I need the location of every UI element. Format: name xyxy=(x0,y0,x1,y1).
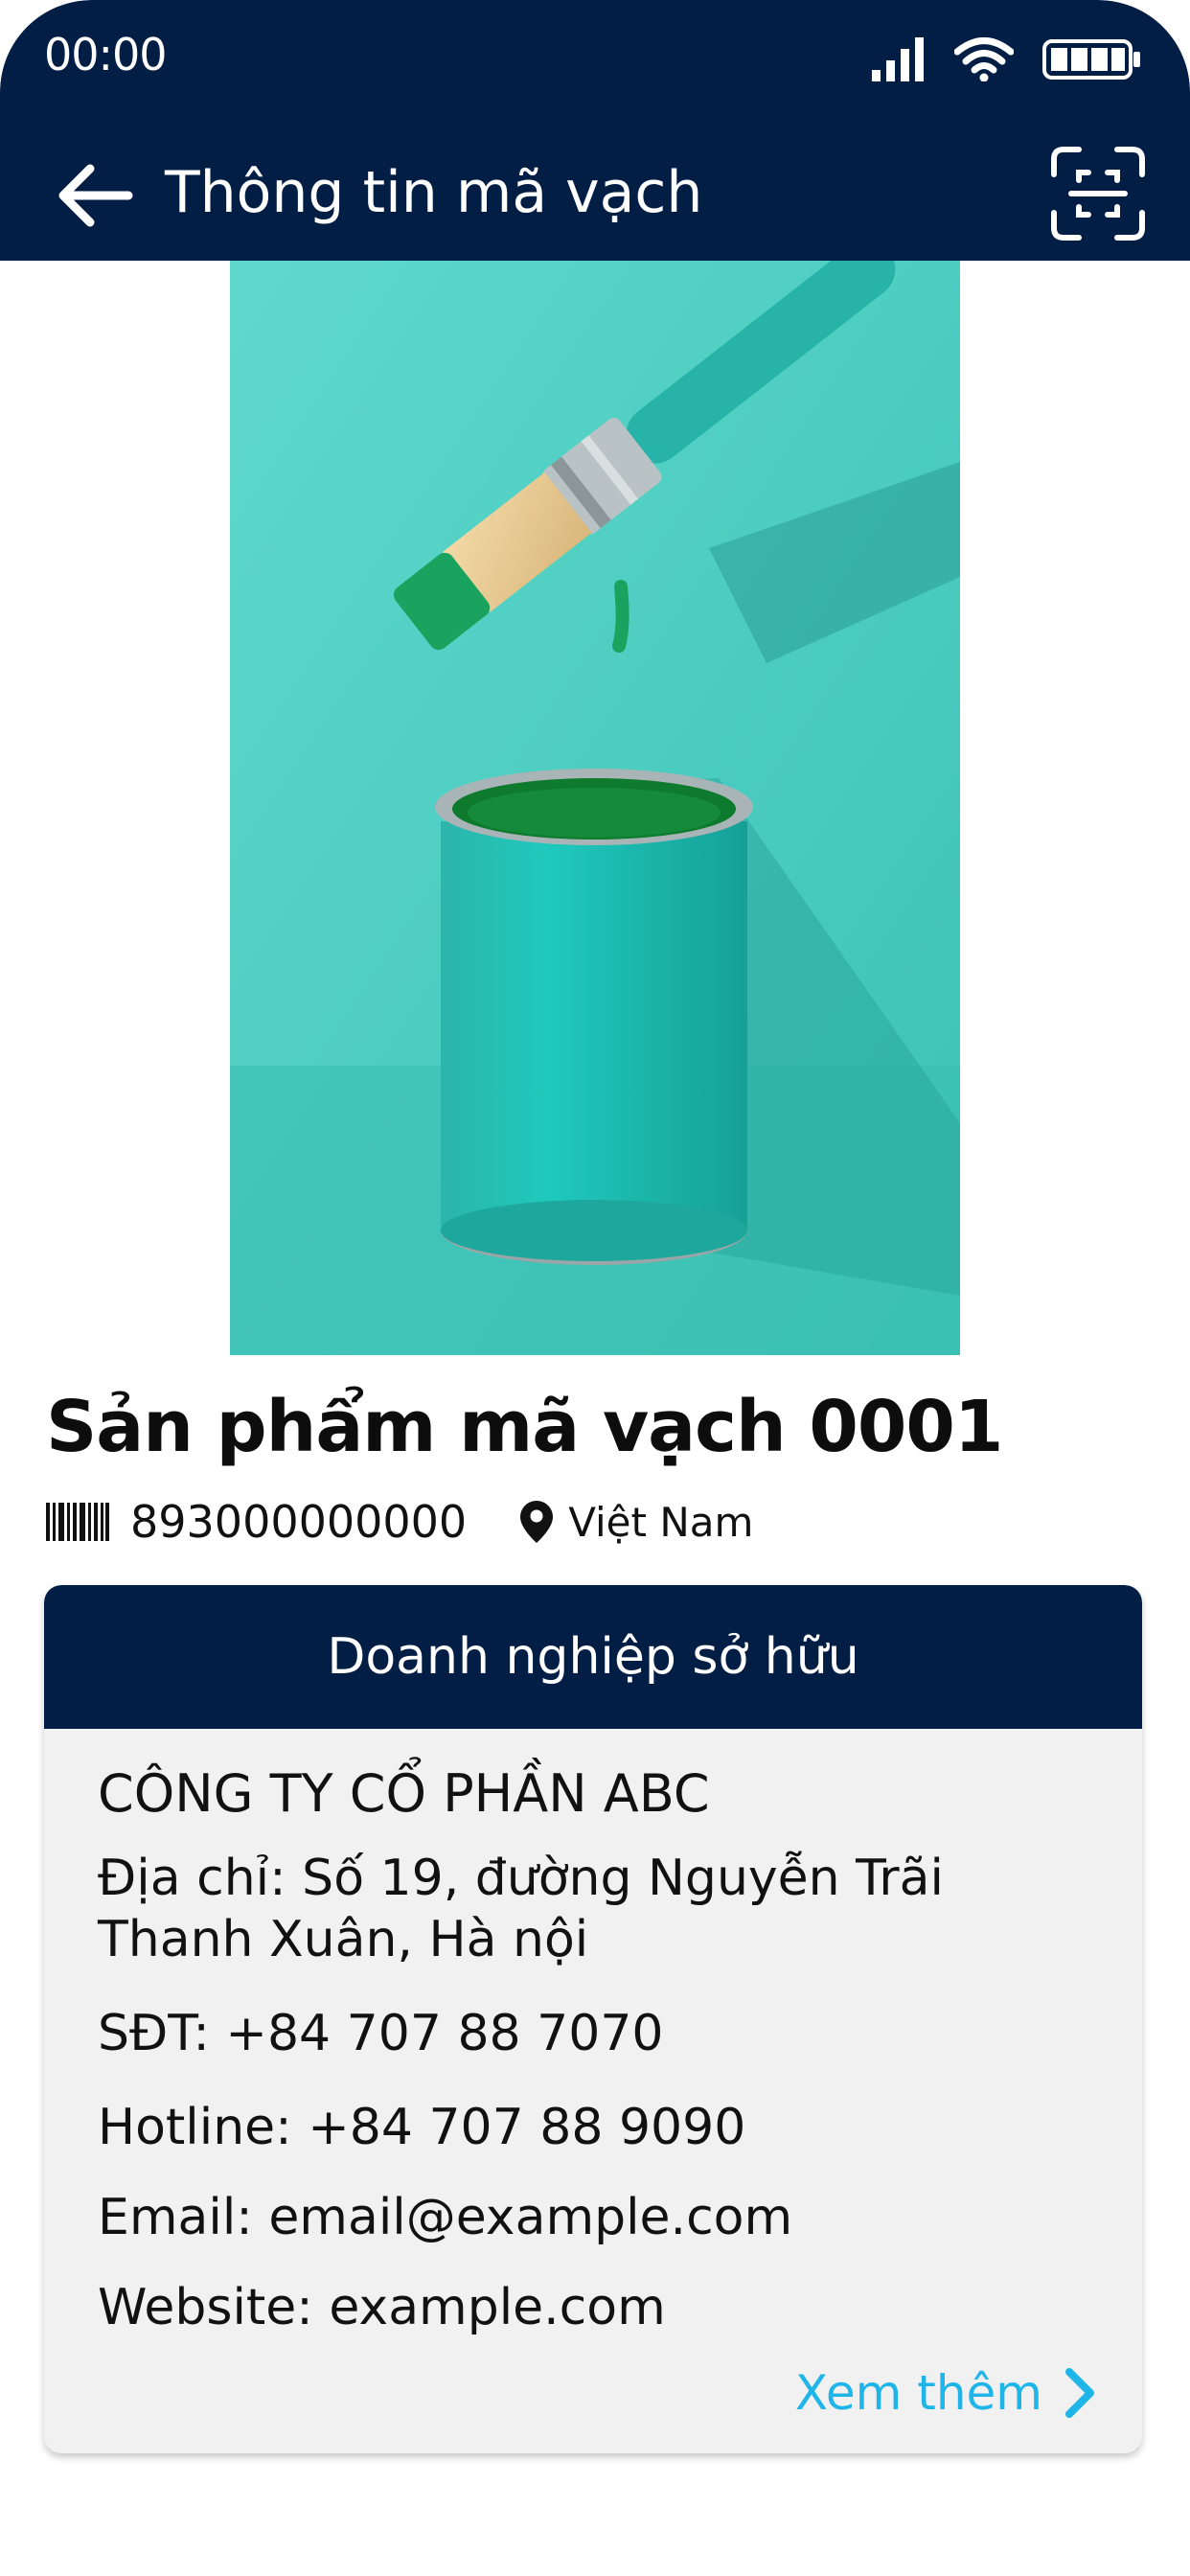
address-line-1: Địa chỉ: Số 19, đường Nguyễn Trãi xyxy=(98,1850,944,1907)
signal-icon xyxy=(872,37,924,81)
owner-card: Doanh nghiệp sở hữu CÔNG TY CỔ PHẦN ABC … xyxy=(44,1585,1142,2453)
page-title: Thông tin mã vạch xyxy=(165,159,703,226)
status-time: 00:00 xyxy=(44,29,168,80)
origin: Việt Nam xyxy=(520,1499,753,1546)
scan-icon xyxy=(1051,147,1145,241)
see-more-link[interactable]: Xem thêm xyxy=(795,2365,1096,2421)
hotline-number[interactable]: Hotline: +84 707 88 9090 xyxy=(98,2099,745,2156)
website-link[interactable]: Website: example.com xyxy=(98,2279,666,2336)
address-line-2: Thanh Xuân, Hà nội xyxy=(98,1911,589,1968)
wifi-icon xyxy=(954,37,1014,81)
status-icons xyxy=(872,34,1142,84)
product-name: Sản phẩm mã vạch 0001 xyxy=(46,1386,1003,1468)
app-screen: 00:00 Thông tin mã vạch Sản phẩm mã vạch… xyxy=(0,0,1190,2576)
battery-icon xyxy=(1042,39,1140,80)
barcode-number: 893000000000 xyxy=(130,1496,468,1548)
app-header: 00:00 Thông tin mã vạch xyxy=(0,0,1190,261)
product-image xyxy=(230,261,960,1355)
phone-number[interactable]: SĐT: +84 707 88 7070 xyxy=(98,2005,663,2062)
product-meta: 893000000000 Việt Nam xyxy=(46,1491,753,1552)
chevron-right-icon xyxy=(1065,2368,1094,2418)
back-arrow-icon xyxy=(58,164,133,227)
origin-label: Việt Nam xyxy=(568,1498,754,1546)
scan-button[interactable] xyxy=(1050,146,1146,242)
see-more-label: Xem thêm xyxy=(794,2365,1042,2421)
location-pin-icon xyxy=(520,1501,554,1543)
owner-card-heading: Doanh nghiệp sở hữu xyxy=(44,1585,1142,1729)
email-address[interactable]: Email: email@example.com xyxy=(98,2189,792,2246)
back-button[interactable] xyxy=(56,161,134,230)
company-name: CÔNG TY CỔ PHẦN ABC xyxy=(98,1763,710,1824)
barcode-icon xyxy=(46,1503,109,1541)
